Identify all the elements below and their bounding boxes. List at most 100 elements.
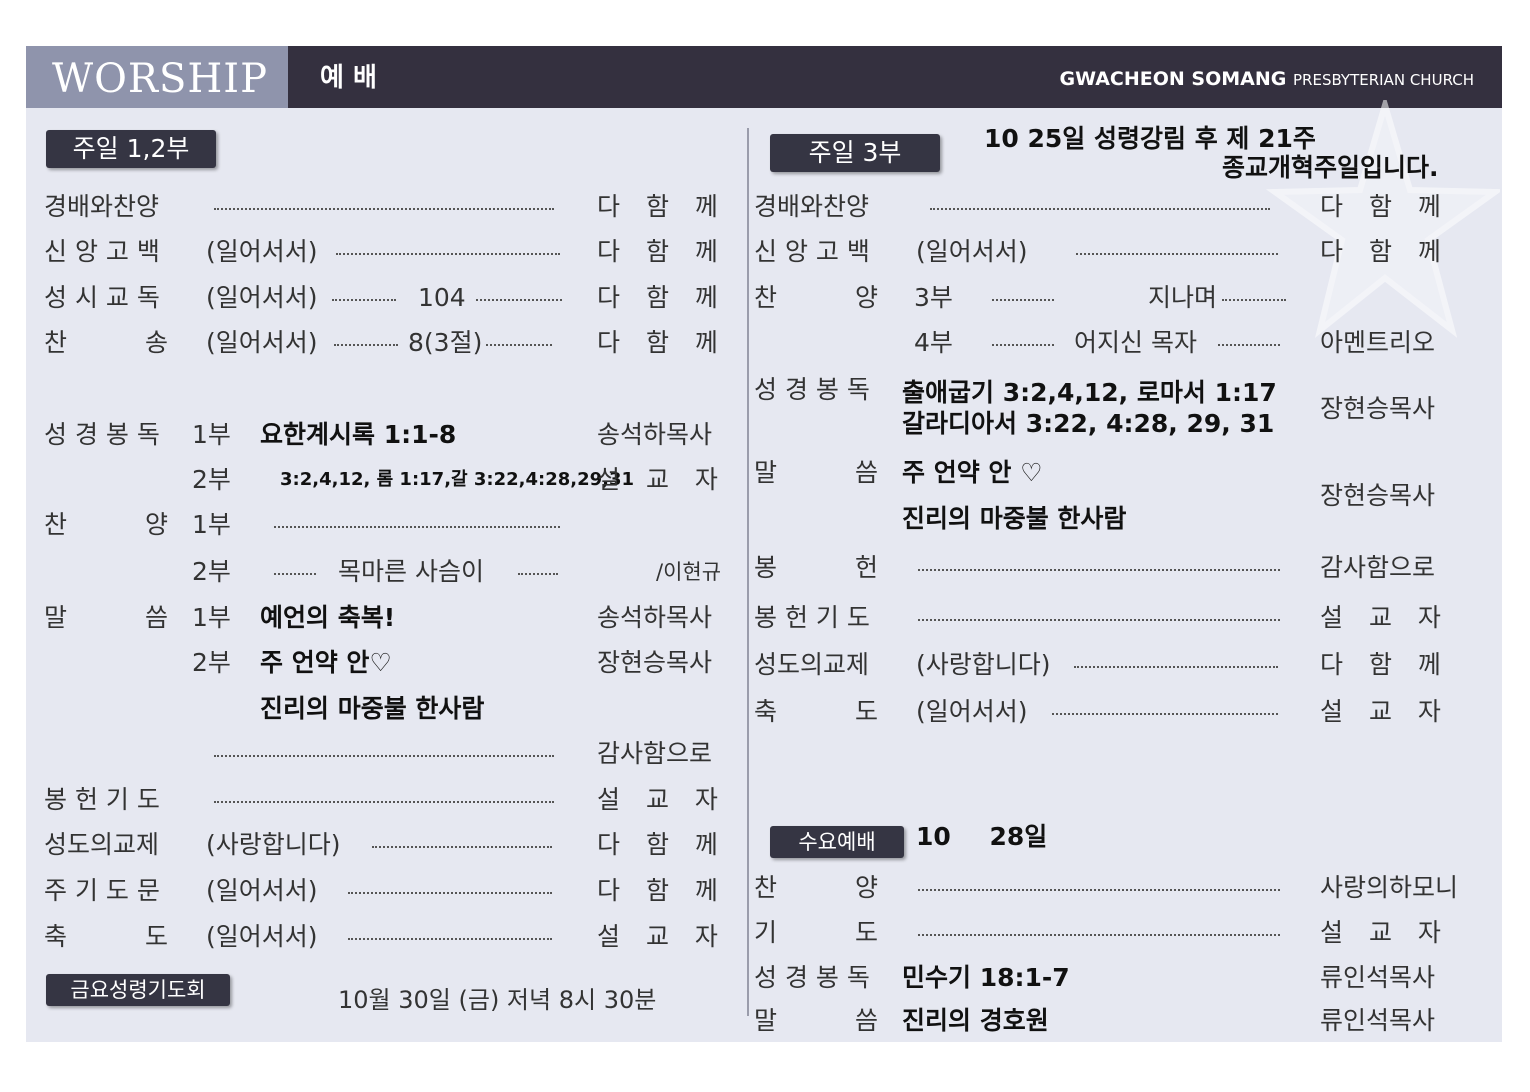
left-part-sermon-1: 1부 (192, 603, 231, 632)
friday-prayer-time: 10월 30일 (금) 저녁 8시 30분 (338, 986, 657, 1014)
left-part-reading-2: 2부 (192, 465, 231, 494)
worship-title-en: WORSHIP (51, 56, 269, 102)
right-label-sermon: 말 씀 (754, 458, 878, 487)
church-name-main: GWACHEON SOMANG (1059, 68, 1287, 90)
wed-who-choir: 사랑의하모니 (1320, 873, 1459, 902)
left-who-sermon-1: 송석하목사 (597, 603, 713, 632)
left-who-benediction: 설 교 자 (597, 922, 718, 951)
wed-who-reading: 류인석목사 (1320, 963, 1436, 992)
left-label-fellowship: 성도의교제 (44, 830, 160, 859)
dot-leader (214, 801, 554, 805)
left-label-offering-prayer: 봉 헌 기 도 (44, 785, 160, 814)
wed-label-prayer: 기 도 (754, 918, 878, 947)
dot-leader (334, 344, 398, 348)
badge-sunday-3: 주일 3부 (770, 134, 940, 172)
left-label-hymn: 찬 송 (44, 328, 168, 357)
right-who-reading: 장현승목사 (1320, 394, 1436, 423)
dot-leader (214, 755, 554, 759)
left-label-psalm: 성 시 교 독 (44, 283, 160, 312)
left-text-reading-2: 3:2,4,12, 롬 1:17,갈 3:22,4:28,29,31 (280, 469, 635, 490)
dot-leader (348, 892, 552, 896)
left-who-lords-prayer: 다 함 께 (597, 876, 718, 905)
dot-leader (1074, 666, 1278, 670)
left-who-reading-1: 송석하목사 (597, 420, 713, 449)
left-part-sermon-2: 2부 (192, 648, 231, 677)
right-note-fellowship: (사랑합니다) (916, 650, 1051, 679)
right-who-fellowship: 다 함 께 (1320, 650, 1441, 679)
left-label-benediction: 축 도 (44, 922, 168, 951)
right-label-offering: 봉 헌 (754, 553, 878, 582)
dot-leader (214, 208, 554, 212)
left-label-lords-prayer: 주 기 도 문 (44, 876, 160, 905)
dot-leader (918, 569, 1280, 573)
left-who-choir-2: /이현규 (656, 560, 722, 584)
dot-leader (336, 253, 560, 257)
right-part-choir-4: 4부 (914, 328, 953, 357)
left-who-fellowship: 다 함 께 (597, 830, 718, 859)
right-label-praise: 경배와찬양 (754, 192, 870, 221)
left-note-creed: (일어서서) (206, 237, 318, 266)
left-note-psalm: (일어서서) (206, 283, 318, 312)
left-label-reading: 성 경 봉 독 (44, 420, 160, 449)
right-note-benediction: (일어서서) (916, 697, 1028, 726)
wednesday-date: 10 28일 (916, 822, 1048, 851)
right-label-benediction: 축 도 (754, 697, 878, 726)
right-label-choir: 찬 양 (754, 283, 878, 312)
church-name: GWACHEON SOMANG PRESBYTERIAN CHURCH (1060, 64, 1474, 95)
left-text-sermon-2b: 진리의 마중불 한사람 (260, 694, 485, 723)
right-label-fellowship: 성도의교제 (754, 650, 870, 679)
dot-leader (918, 889, 1280, 893)
left-note-benediction: (일어서서) (206, 922, 318, 951)
left-who-sermon-2: 장현승목사 (597, 648, 713, 677)
dot-leader (332, 299, 396, 303)
wed-text-reading: 민수기 18:1-7 (902, 963, 1070, 992)
left-num-hymn: 8(3절) (408, 328, 483, 357)
dot-leader (274, 526, 560, 530)
left-num-psalm: 104 (418, 283, 466, 312)
right-who-praise: 다 함 께 (1320, 192, 1441, 221)
dot-leader (476, 299, 562, 303)
wed-who-prayer: 설 교 자 (1320, 918, 1441, 947)
left-text-sermon-2: 주 언약 안♡ (260, 648, 392, 677)
dot-leader (930, 208, 1270, 212)
right-label-offering-prayer: 봉 헌 기 도 (754, 603, 870, 632)
dot-leader (274, 573, 316, 577)
left-who-creed: 다 함 께 (597, 237, 718, 266)
dot-leader (992, 344, 1054, 348)
right-label-reading: 성 경 봉 독 (754, 375, 870, 404)
left-who-hymn: 다 함 께 (597, 328, 718, 357)
right-label-creed: 신 앙 고 백 (754, 237, 870, 266)
left-part-reading-1: 1부 (192, 420, 231, 449)
dot-leader (1076, 253, 1278, 257)
left-who-offering-prayer: 설 교 자 (597, 785, 718, 814)
right-part-choir-3: 3부 (914, 283, 953, 312)
dot-leader (918, 934, 1280, 938)
badge-sunday-1-2: 주일 1,2부 (46, 130, 216, 168)
dot-leader (918, 619, 1280, 623)
left-text-choir-2: 목마른 사슴이 (338, 557, 484, 586)
left-note-fellowship: (사랑합니다) (206, 830, 341, 859)
left-who-praise: 다 함 께 (597, 192, 718, 221)
church-name-sub: PRESBYTERIAN CHURCH (1293, 71, 1474, 89)
column-divider (747, 128, 749, 1016)
left-label-sermon: 말 씀 (44, 603, 168, 632)
left-text-reading-1: 요한계시록 1:1-8 (260, 420, 457, 449)
badge-friday-prayer: 금요성령기도회 (46, 974, 230, 1006)
right-who-benediction: 설 교 자 (1320, 697, 1441, 726)
left-part-choir-1: 1부 (192, 510, 231, 539)
left-part-choir-2: 2부 (192, 557, 231, 586)
wed-who-sermon: 류인석목사 (1320, 1006, 1436, 1035)
left-who-reading-2: 설 교 자 (597, 465, 718, 494)
right-text-sermon-2: 진리의 마중불 한사람 (902, 504, 1127, 533)
right-note-creed: (일어서서) (916, 237, 1028, 266)
dot-leader (372, 846, 552, 850)
dot-leader (1052, 713, 1278, 717)
right-text-reading-2: 갈라디아서 3:22, 4:28, 29, 31 (902, 409, 1275, 438)
left-note-hymn: (일어서서) (206, 328, 318, 357)
badge-wednesday: 수요예배 (770, 826, 904, 858)
worship-title-ko: 예 배 (320, 63, 377, 93)
dot-leader (518, 573, 558, 577)
right-text-choir-3: 지나며 (1148, 283, 1218, 312)
left-who-offering: 감사함으로 (597, 739, 713, 768)
left-label-creed: 신 앙 고 백 (44, 237, 160, 266)
